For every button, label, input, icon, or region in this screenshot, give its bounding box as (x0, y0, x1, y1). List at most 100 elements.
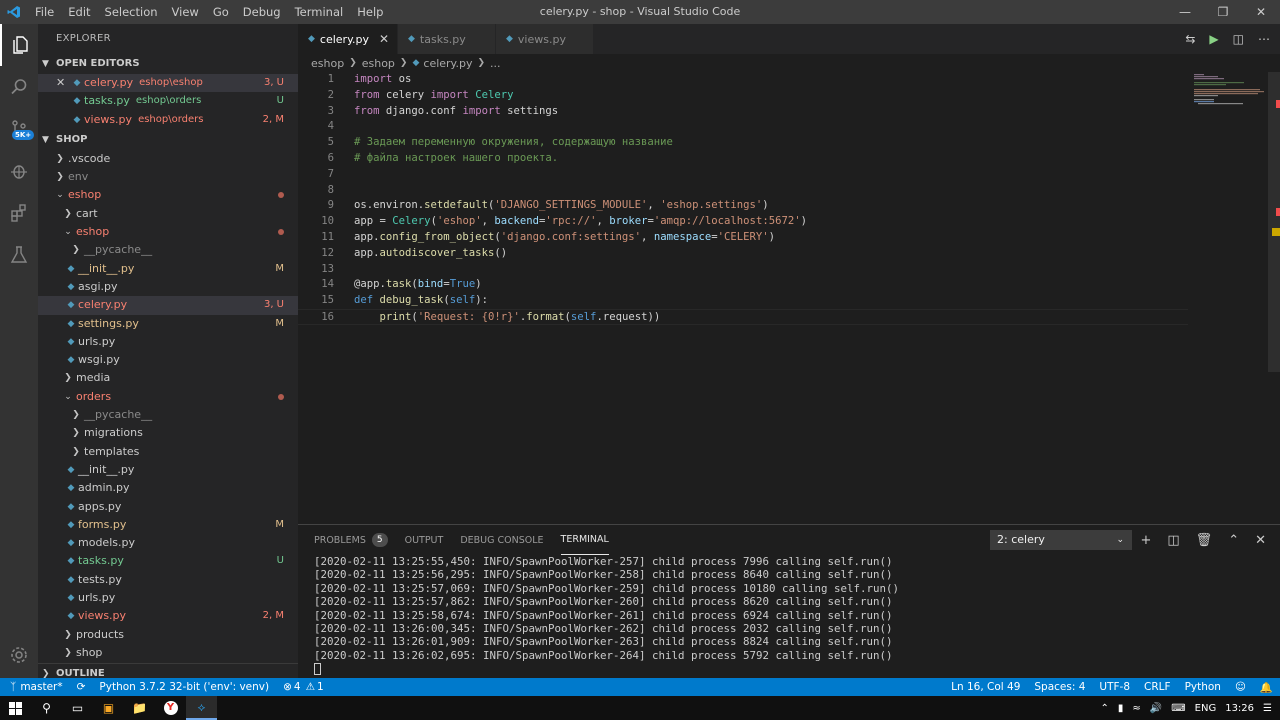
code-line[interactable]: 15 def debug_task(self): (298, 293, 1188, 309)
tree-file-asgi[interactable]: ◆ asgi.py (38, 278, 298, 296)
volume-icon[interactable]: 🔊 (1150, 703, 1162, 714)
code-line[interactable]: 14 @app.task(bind=True) (298, 277, 1188, 293)
tree-file-admin[interactable]: ◆ admin.py (38, 479, 298, 497)
tree-file-urls[interactable]: ◆ urls.py (38, 589, 298, 607)
tree-file-celery[interactable]: ◆ celery.py 3, U (38, 296, 298, 315)
menu-debug[interactable]: Debug (236, 0, 288, 24)
battery-icon[interactable]: ▮ (1118, 703, 1124, 714)
code-line[interactable]: 6 # файла настроек нашего проекта. (298, 151, 1188, 167)
testing-activity[interactable] (0, 234, 38, 276)
code-line[interactable]: 11 app.config_from_object('django.conf:se… (298, 230, 1188, 246)
tab-output[interactable]: OUTPUT (405, 525, 444, 555)
trash-icon[interactable]: 🗑 (1196, 533, 1213, 548)
tree-file-tests[interactable]: ◆ tests.py (38, 571, 298, 589)
code-line[interactable]: 8 (298, 183, 1188, 199)
code-line[interactable]: 1 import os (298, 72, 1188, 88)
menu-file[interactable]: File (28, 0, 61, 24)
tree-file-urls[interactable]: ◆ urls.py (38, 333, 298, 351)
search-activity[interactable] (0, 66, 38, 108)
tree-file-tasks[interactable]: ◆ tasks.py U (38, 552, 298, 570)
open-changes-icon[interactable]: ⇆ (1185, 32, 1195, 46)
close-icon[interactable]: ✕ (379, 32, 389, 46)
tree-folder-pycache[interactable]: ❯ __pycache__ (38, 241, 298, 259)
minimap[interactable] (1190, 72, 1268, 524)
editor-scrollbar[interactable] (1268, 72, 1280, 372)
problems-status[interactable]: ⊗ 4 ⚠ 1 (276, 681, 331, 693)
tree-folder-media[interactable]: ❯ media (38, 369, 298, 387)
language-mode[interactable]: Python (1178, 681, 1228, 693)
tree-file-init[interactable]: ◆ __init__.py (38, 461, 298, 479)
breadcrumb-item[interactable]: eshop (311, 57, 344, 70)
open-editor-item[interactable]: ✕ ◆ celery.py eshop\eshop 3, U (38, 74, 298, 93)
debug-activity[interactable] (0, 150, 38, 192)
code-line[interactable]: 12 app.autodiscover_tasks() (298, 246, 1188, 262)
menu-edit[interactable]: Edit (61, 0, 97, 24)
terminal-select[interactable]: 2: celery ⌄ (990, 530, 1132, 550)
tab-problems[interactable]: PROBLEMS 5 (314, 525, 388, 555)
menu-terminal[interactable]: Terminal (288, 0, 351, 24)
tab-views[interactable]: ◆ views.py (496, 24, 594, 54)
tree-file-wsgi[interactable]: ◆ wsgi.py (38, 351, 298, 369)
tree-file-models[interactable]: ◆ models.py (38, 534, 298, 552)
task-view-icon[interactable]: ▭ (62, 696, 93, 720)
source-control-activity[interactable]: 5K+ (0, 108, 38, 150)
file-explorer-icon[interactable]: 📁 (124, 696, 155, 720)
add-terminal-icon[interactable]: + (1140, 533, 1151, 548)
more-actions-icon[interactable]: ⋯ (1258, 32, 1270, 46)
tree-file-views[interactable]: ◆ views.py 2, M (38, 607, 298, 625)
terminal-prompt[interactable] (314, 662, 899, 676)
code-line[interactable]: 4 (298, 119, 1188, 135)
tree-folder-vscode[interactable]: ❯ .vscode (38, 150, 298, 168)
code-line[interactable]: 10 app = Celery('eshop', backend='rpc://'… (298, 214, 1188, 230)
bell-icon[interactable]: 🔔 (1253, 681, 1280, 694)
terminal-output[interactable]: [2020-02-11 13:25:55,450: INFO/SpawnPool… (314, 555, 899, 676)
tab-debug-console[interactable]: DEBUG CONSOLE (460, 525, 543, 555)
split-terminal-icon[interactable]: ◫ (1167, 533, 1179, 548)
code-line[interactable]: 13 (298, 262, 1188, 278)
code-editor[interactable]: 1 import os 2 from celery import Celery 3 fro… (298, 72, 1188, 524)
chevron-up-icon[interactable]: ⌃ (1100, 703, 1108, 714)
line-ending[interactable]: CRLF (1137, 681, 1178, 693)
maximize-icon[interactable]: ❐ (1204, 0, 1242, 24)
encoding[interactable]: UTF-8 (1092, 681, 1137, 693)
code-line[interactable]: 16 print('Request: {0!r}'.format(self.re… (298, 308, 1188, 325)
tree-file-forms[interactable]: ◆ forms.py M (38, 516, 298, 534)
feedback-icon[interactable]: ☺ (1228, 681, 1253, 693)
vscode-app-icon[interactable]: ⟡ (186, 696, 217, 720)
tab-celery[interactable]: ◆ celery.py ✕ (298, 24, 398, 54)
close-panel-icon[interactable]: ✕ (1255, 533, 1266, 548)
tree-folder-orders[interactable]: ⌄ orders (38, 388, 298, 406)
code-line[interactable]: 3 from django.conf import settings (298, 104, 1188, 120)
branch-status[interactable]: ᛉ master* (0, 681, 70, 693)
tree-folder-eshop[interactable]: ⌄ eshop (38, 186, 298, 204)
extensions-activity[interactable] (0, 192, 38, 234)
breadcrumb-item[interactable]: ... (490, 57, 501, 70)
tree-folder-products[interactable]: ❯ products (38, 626, 298, 644)
split-editor-icon[interactable]: ◫ (1233, 32, 1244, 46)
explorer-activity[interactable] (0, 24, 38, 66)
cursor-position[interactable]: Ln 16, Col 49 (944, 681, 1027, 693)
open-editors-header[interactable]: ▼ OPEN EDITORS (38, 54, 298, 74)
tree-folder-migrations[interactable]: ❯ migrations (38, 424, 298, 442)
run-icon[interactable]: ▶ (1209, 32, 1218, 46)
search-icon[interactable]: ⚲ (31, 696, 62, 720)
open-editor-item[interactable]: ◆ tasks.py eshop\orders U (38, 92, 298, 110)
yandex-browser-icon[interactable]: Y (155, 696, 186, 720)
tree-file-settings[interactable]: ◆ settings.py M (38, 315, 298, 333)
code-line[interactable]: 9 os.environ.setdefault('DJANGO_SETTINGS_… (298, 198, 1188, 214)
maximize-panel-icon[interactable]: ⌃ (1228, 533, 1239, 548)
notifications-icon[interactable]: ☰ (1263, 703, 1272, 714)
clock[interactable]: 13:26 (1225, 703, 1254, 714)
windows-start-icon[interactable] (0, 696, 31, 720)
tree-folder-eshop-inner[interactable]: ⌄ eshop (38, 223, 298, 241)
tree-file-init[interactable]: ◆ __init__.py M (38, 260, 298, 278)
tree-folder-shop[interactable]: ❯ shop (38, 644, 298, 662)
indentation[interactable]: Spaces: 4 (1027, 681, 1092, 693)
project-header[interactable]: ▼ SHOP (38, 130, 298, 150)
menu-selection[interactable]: Selection (98, 0, 165, 24)
tree-file-apps[interactable]: ◆ apps.py (38, 498, 298, 516)
open-editor-item[interactable]: ◆ views.py eshop\orders 2, M (38, 111, 298, 129)
close-icon[interactable]: ✕ (56, 74, 70, 92)
minimize-icon[interactable]: — (1166, 0, 1204, 24)
code-line[interactable]: 2 from celery import Celery (298, 88, 1188, 104)
